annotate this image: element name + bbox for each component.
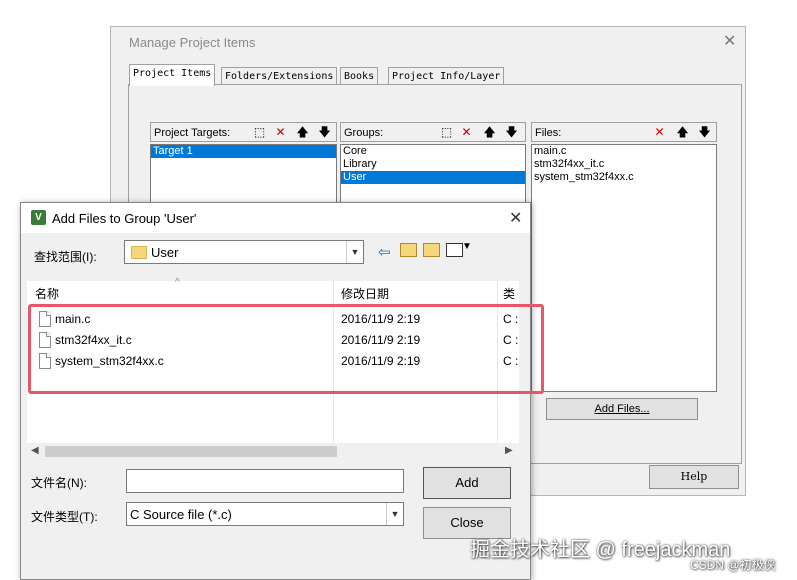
- column-header-date[interactable]: 修改日期: [341, 285, 389, 302]
- chevron-down-icon[interactable]: ▼: [346, 241, 363, 263]
- filetype-label: 文件类型(T):: [31, 510, 98, 524]
- app-icon: V: [31, 210, 46, 225]
- add-files-button[interactable]: Add Files...: [546, 398, 698, 420]
- title-bar: V Add Files to Group 'User' ✕: [21, 203, 530, 233]
- delete-icon[interactable]: ✕: [459, 125, 474, 140]
- new-folder-icon[interactable]: [423, 243, 440, 257]
- lookin-label: 查找范围(I):: [34, 250, 97, 264]
- tab-folders-extensions[interactable]: Folders/Extensions: [221, 67, 338, 85]
- delete-icon[interactable]: ✕: [652, 125, 667, 140]
- close-icon[interactable]: ✕: [723, 31, 736, 51]
- scroll-right-icon[interactable]: ▶: [505, 445, 513, 456]
- close-icon[interactable]: ✕: [509, 208, 522, 228]
- help-button[interactable]: Help: [649, 465, 739, 489]
- files-label: Files:: [535, 127, 562, 139]
- scrollbar-thumb[interactable]: [45, 446, 337, 457]
- tab-project-info-layer[interactable]: Project Info/Layer: [388, 67, 505, 85]
- new-icon[interactable]: ⬚: [252, 125, 267, 140]
- list-item[interactable]: system_stm32f4xx.c: [532, 171, 716, 184]
- filename-label: 文件名(N):: [31, 476, 87, 490]
- list-item[interactable]: User: [341, 171, 525, 184]
- highlight-box: [28, 304, 544, 394]
- sort-indicator-icon: ^: [175, 277, 180, 288]
- files-list[interactable]: main.c stm32f4xx_it.c system_stm32f4xx.c: [531, 144, 717, 392]
- filetype-value: C Source file (*.c): [130, 507, 232, 522]
- scroll-left-icon[interactable]: ◀: [31, 445, 39, 456]
- add-files-label: Add Files...: [594, 403, 650, 415]
- targets-list[interactable]: Target 1: [150, 144, 337, 204]
- chevron-down-icon[interactable]: ▼: [386, 503, 403, 525]
- groups-list[interactable]: Core Library User: [340, 144, 526, 204]
- lookin-combo[interactable]: User ▼: [124, 240, 364, 264]
- dialog-title: Manage Project Items: [129, 35, 256, 50]
- tab-project-items[interactable]: Project Items: [129, 64, 216, 86]
- back-icon[interactable]: ⇦: [378, 243, 391, 261]
- files-header: Files: ✕ 🡅 🡇: [531, 122, 717, 142]
- dialog-title: Add Files to Group 'User': [52, 211, 197, 226]
- list-item[interactable]: stm32f4xx_it.c: [532, 158, 716, 171]
- horizontal-scrollbar[interactable]: ◀ ▶: [27, 443, 519, 460]
- list-item[interactable]: Core: [341, 145, 525, 158]
- move-down-icon[interactable]: 🡇: [504, 125, 519, 140]
- groups-header: Groups: ⬚ ✕ 🡅 🡇: [340, 122, 526, 142]
- watermark-sub-text: CSDN @初极侠: [690, 558, 776, 572]
- lookin-value: User: [151, 245, 179, 260]
- list-item[interactable]: main.c: [532, 145, 716, 158]
- new-icon[interactable]: ⬚: [439, 125, 454, 140]
- list-item[interactable]: Target 1: [151, 145, 336, 158]
- targets-header: Project Targets: ⬚ ✕ 🡅 🡇: [150, 122, 337, 142]
- move-up-icon[interactable]: 🡅: [295, 125, 310, 140]
- folder-icon: [131, 246, 147, 259]
- view-menu-icon[interactable]: [446, 243, 463, 257]
- up-folder-icon[interactable]: [400, 243, 417, 257]
- column-header-type[interactable]: 类: [503, 285, 515, 302]
- add-button[interactable]: Add: [423, 467, 511, 499]
- filetype-select[interactable]: C Source file (*.c) ▼: [126, 502, 404, 526]
- move-up-icon[interactable]: 🡅: [482, 125, 497, 140]
- chevron-down-icon[interactable]: ▼: [462, 241, 472, 252]
- groups-label: Groups:: [344, 127, 384, 139]
- targets-label: Project Targets:: [154, 127, 231, 139]
- filename-input[interactable]: [126, 469, 404, 493]
- delete-icon[interactable]: ✕: [273, 125, 288, 140]
- move-down-icon[interactable]: 🡇: [317, 125, 332, 140]
- move-down-icon[interactable]: 🡇: [697, 125, 712, 140]
- column-header-name[interactable]: 名称: [35, 285, 59, 302]
- tab-books[interactable]: Books: [340, 67, 379, 85]
- list-item[interactable]: Library: [341, 158, 525, 171]
- move-up-icon[interactable]: 🡅: [675, 125, 690, 140]
